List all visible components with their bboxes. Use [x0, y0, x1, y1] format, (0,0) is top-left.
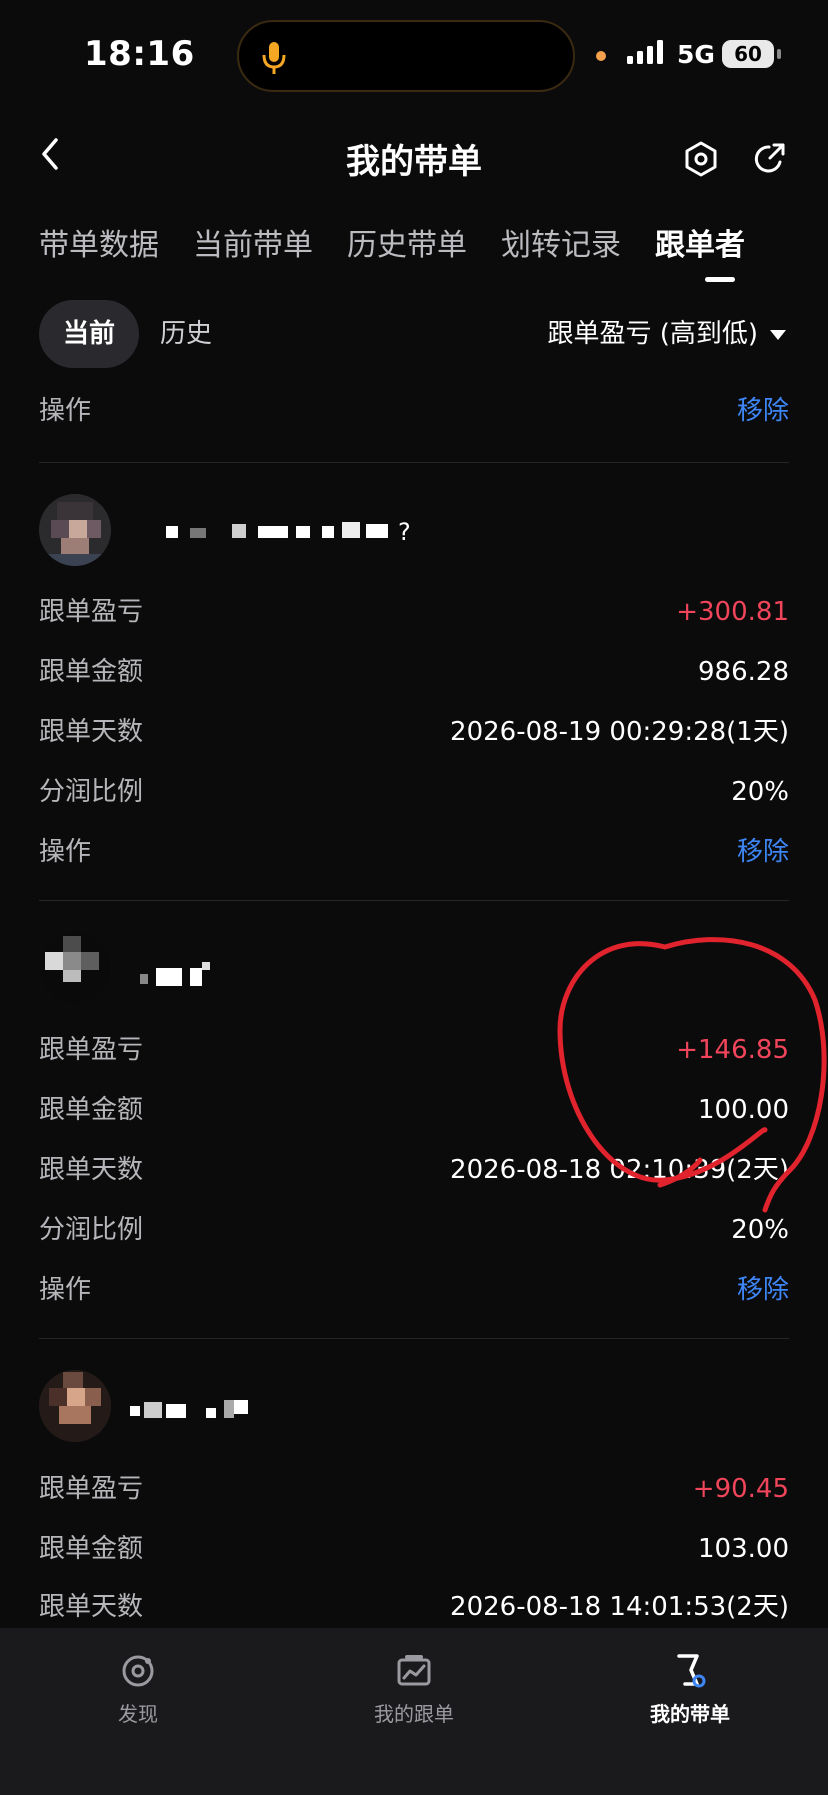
- amount-value: 986.28: [698, 657, 789, 687]
- svg-text:?: ?: [398, 518, 411, 544]
- chart-icon: [397, 1655, 431, 1686]
- row-label: 分润比例: [39, 777, 144, 807]
- network-label: 5G: [677, 40, 715, 69]
- obscured-name: ?: [166, 518, 411, 544]
- active-tab-indicator: [705, 277, 735, 282]
- pixelated-avatar-icon: [39, 932, 111, 1004]
- detail-row: 操作 移除: [39, 1265, 789, 1315]
- flag-icon: [677, 1654, 706, 1688]
- profit-value: +300.81: [676, 597, 789, 627]
- row-label: 操作: [39, 396, 92, 426]
- bottom-nav: 发现 我的跟单 我的带单: [0, 1628, 828, 1795]
- row-label: 跟单金额: [39, 1095, 144, 1125]
- days-value: 2026-08-18 14:01:53(2天): [450, 1592, 789, 1622]
- tab-history-lead[interactable]: 历史带单: [347, 220, 467, 264]
- nav-label: 我的带单: [650, 1702, 730, 1726]
- row-label: 跟单天数: [39, 1155, 144, 1185]
- pixelated-avatar-icon: [39, 1370, 111, 1442]
- tab-bar: 带单数据 当前带单 历史带单 划转记录 跟单者: [0, 220, 828, 282]
- segment-history[interactable]: 历史: [160, 300, 212, 368]
- detail-row: 跟单天数 2026-08-18 02:10:39(2天): [39, 1145, 789, 1195]
- tab-transfer-records[interactable]: 划转记录: [501, 220, 621, 264]
- caret-down-icon: [770, 329, 786, 340]
- battery-icon: 60: [722, 40, 781, 68]
- remove-link[interactable]: 移除: [737, 827, 789, 877]
- profit-value: +146.85: [676, 1035, 789, 1065]
- status-time: 18:16: [84, 34, 195, 74]
- privacy-indicator-icon: [596, 51, 606, 61]
- nav-label: 发现: [118, 1702, 158, 1726]
- row-label: 操作: [39, 837, 92, 867]
- divider: [39, 1338, 789, 1339]
- obscured-name: [130, 1400, 248, 1418]
- discover-icon: [122, 1655, 154, 1687]
- detail-row: 跟单天数 2026-08-19 00:29:28(1天): [39, 707, 789, 757]
- microphone-icon: [262, 42, 286, 74]
- detail-row: 操作 移除: [39, 386, 789, 436]
- nav-my-copy-trades[interactable]: 我的跟单: [314, 1652, 514, 1727]
- nav-label: 我的跟单: [374, 1702, 454, 1726]
- pixelated-avatar-icon: [39, 494, 111, 566]
- nav-my-lead-trades[interactable]: 我的带单: [590, 1652, 790, 1727]
- status-bar: 18:16 5G 60: [0, 0, 828, 110]
- tab-followers[interactable]: 跟单者: [655, 220, 745, 264]
- page-header: 我的带单: [0, 120, 828, 190]
- remove-link[interactable]: 移除: [737, 1265, 789, 1315]
- divider: [39, 462, 789, 463]
- remove-link[interactable]: 移除: [737, 386, 789, 436]
- row-label: 跟单天数: [39, 1592, 144, 1622]
- amount-value: 103.00: [698, 1534, 789, 1564]
- settings-icon[interactable]: [682, 140, 720, 178]
- obscured-name: [140, 962, 210, 986]
- row-label: 操作: [39, 1275, 92, 1305]
- tab-lead-data[interactable]: 带单数据: [39, 220, 159, 264]
- avatar: [39, 932, 111, 1004]
- row-label: 跟单盈亏: [39, 1474, 144, 1504]
- detail-row: 跟单盈亏 +300.81: [39, 587, 789, 637]
- detail-row: 跟单金额 100.00: [39, 1085, 789, 1135]
- sort-label: 跟单盈亏 (高到低): [547, 319, 758, 349]
- detail-row: 跟单金额 103.00: [39, 1524, 789, 1574]
- divider: [39, 900, 789, 901]
- row-label: 分润比例: [39, 1215, 144, 1245]
- detail-row: 跟单盈亏 +146.85: [39, 1025, 789, 1075]
- dynamic-island: [237, 20, 575, 92]
- detail-row: 操作 移除: [39, 827, 789, 877]
- detail-row: 分润比例 20%: [39, 1205, 789, 1255]
- detail-row: 跟单盈亏 +90.45: [39, 1464, 789, 1514]
- sort-dropdown[interactable]: 跟单盈亏 (高到低): [547, 300, 786, 368]
- signal-icon: [627, 40, 663, 64]
- days-value: 2026-08-18 02:10:39(2天): [450, 1155, 789, 1185]
- detail-row: 跟单天数 2026-08-18 14:01:53(2天): [39, 1582, 789, 1632]
- share-ratio-value: 20%: [731, 1215, 789, 1245]
- nav-discover[interactable]: 发现: [38, 1652, 238, 1727]
- detail-row: 跟单金额 986.28: [39, 647, 789, 697]
- detail-row: 分润比例 20%: [39, 767, 789, 817]
- amount-value: 100.00: [698, 1095, 789, 1125]
- segment-current[interactable]: 当前: [39, 300, 139, 368]
- share-ratio-value: 20%: [731, 777, 789, 807]
- profit-value: +90.45: [692, 1474, 789, 1504]
- row-label: 跟单盈亏: [39, 1035, 144, 1065]
- share-icon[interactable]: [750, 140, 788, 178]
- row-label: 跟单天数: [39, 717, 144, 747]
- row-label: 跟单金额: [39, 657, 144, 687]
- avatar: [39, 494, 111, 566]
- row-label: 跟单金额: [39, 1534, 144, 1564]
- tab-current-lead[interactable]: 当前带单: [193, 220, 313, 264]
- row-label: 跟单盈亏: [39, 597, 144, 627]
- days-value: 2026-08-19 00:29:28(1天): [450, 717, 789, 747]
- avatar: [39, 1370, 111, 1442]
